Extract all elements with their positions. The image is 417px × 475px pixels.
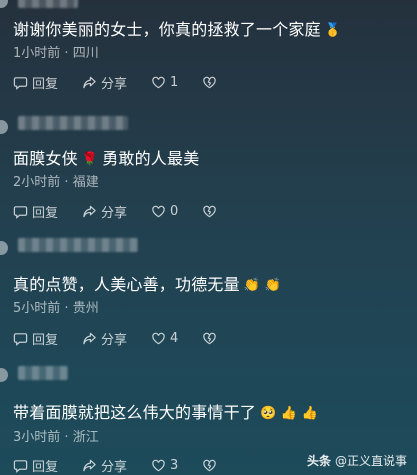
reply-button[interactable]: 回复 <box>13 456 58 475</box>
username-blurred[interactable] <box>18 366 68 380</box>
avatar[interactable] <box>0 368 8 382</box>
comment-meta: 2小时前 · 福建 <box>13 171 99 190</box>
share-icon <box>83 205 96 217</box>
meta-separator: · <box>64 301 69 316</box>
username-blurred[interactable] <box>18 0 78 8</box>
watermark-handle: @正义直说事 <box>334 454 407 468</box>
reply-button[interactable]: 回复 <box>13 202 58 221</box>
broken-heart-icon <box>203 459 217 471</box>
share-icon <box>83 76 96 88</box>
comment-time: 5小时前 <box>13 301 61 316</box>
share-label: 分享 <box>101 76 128 92</box>
comment-meta: 5小时前 · 贵州 <box>13 297 99 316</box>
comment-text: 谢谢你美丽的女士，你真的拯救了一个家庭 🥇 <box>13 16 341 40</box>
share-button[interactable]: 分享 <box>82 202 127 221</box>
meta-separator: · <box>64 430 69 445</box>
reply-icon <box>13 332 28 346</box>
avatar[interactable] <box>0 241 8 255</box>
avatar[interactable] <box>0 120 8 134</box>
clapping-emoji: 👏 👏 <box>243 278 281 293</box>
share-button[interactable]: 分享 <box>82 73 127 92</box>
reply-label: 回复 <box>32 205 59 221</box>
share-label: 分享 <box>101 205 128 221</box>
reply-icon <box>13 76 28 90</box>
share-button[interactable]: 分享 <box>82 329 127 348</box>
reply-icon <box>13 205 28 219</box>
comment-location: 四川 <box>72 46 99 61</box>
comment-actions: 回复 分享 4 <box>13 329 241 348</box>
comment-location: 浙江 <box>72 430 99 445</box>
share-icon <box>83 459 96 471</box>
like-button[interactable]: 1 <box>151 75 178 90</box>
dislike-button[interactable] <box>202 204 217 219</box>
heart-icon <box>152 332 165 344</box>
broken-heart-icon <box>203 76 217 88</box>
like-count: 0 <box>170 203 179 219</box>
medal-emoji: 🥇 <box>324 23 342 38</box>
like-button[interactable]: 0 <box>151 204 178 219</box>
like-count: 3 <box>170 457 179 473</box>
username-blurred[interactable] <box>18 238 138 252</box>
comment-meta: 1小时前 · 四川 <box>13 42 99 61</box>
heart-icon <box>152 459 165 471</box>
like-count: 4 <box>170 330 179 346</box>
comment-text: 真的点赞，人美心善，功德无量 👏 👏 <box>13 271 281 295</box>
avatar[interactable] <box>0 0 8 8</box>
comment-actions: 回复 分享 3 <box>13 456 241 475</box>
reply-button[interactable]: 回复 <box>13 329 58 348</box>
broken-heart-icon <box>203 332 217 344</box>
watermark-brand: 头条 <box>306 454 331 468</box>
meta-separator: · <box>64 175 69 190</box>
reply-label: 回复 <box>32 76 59 92</box>
reply-label: 回复 <box>32 332 59 348</box>
comment-text: 面膜女侠 🌹 勇敢的人最美 <box>13 145 199 169</box>
comment-text: 带着面膜就把这么伟大的事情干了 🥺 👍 👍 <box>13 399 318 423</box>
comment-meta: 3小时前 · 浙江 <box>13 426 99 445</box>
comment-text-content: 谢谢你美丽的女士，你真的拯救了一个家庭 <box>13 20 321 39</box>
comment-actions: 回复 分享 1 <box>13 73 241 92</box>
reply-button[interactable]: 回复 <box>13 73 58 92</box>
meta-separator: · <box>64 46 69 61</box>
comment-text-part: 勇敢的人最美 <box>102 149 200 168</box>
like-count: 1 <box>170 74 179 90</box>
share-label: 分享 <box>101 332 128 348</box>
dislike-button[interactable] <box>202 75 217 90</box>
comment-text-content: 真的点赞，人美心善，功德无量 <box>13 275 240 294</box>
heart-icon <box>152 205 165 217</box>
username-blurred[interactable] <box>18 116 128 130</box>
comment-text-content: 带着面膜就把这么伟大的事情干了 <box>13 403 257 422</box>
comment-actions: 回复 分享 0 <box>13 202 241 221</box>
reply-icon <box>13 459 28 473</box>
dislike-button[interactable] <box>202 458 217 473</box>
rose-emoji: 🌹 <box>81 152 99 167</box>
emoji-group: 🥺 👍 👍 <box>260 406 318 421</box>
share-icon <box>83 332 96 344</box>
comment-location: 福建 <box>72 175 99 190</box>
like-button[interactable]: 4 <box>151 331 178 346</box>
like-button[interactable]: 3 <box>151 458 178 473</box>
comment-time: 2小时前 <box>13 175 61 190</box>
share-label: 分享 <box>101 459 128 475</box>
comment-time: 3小时前 <box>13 430 61 445</box>
heart-icon <box>152 76 165 88</box>
comment-time: 1小时前 <box>13 46 61 61</box>
share-button[interactable]: 分享 <box>82 456 127 475</box>
reply-label: 回复 <box>32 459 59 475</box>
broken-heart-icon <box>203 205 217 217</box>
comment-location: 贵州 <box>72 301 99 316</box>
dislike-button[interactable] <box>202 331 217 346</box>
comment-text-part: 面膜女侠 <box>13 149 78 168</box>
watermark: 头条 @正义直说事 <box>307 452 407 469</box>
